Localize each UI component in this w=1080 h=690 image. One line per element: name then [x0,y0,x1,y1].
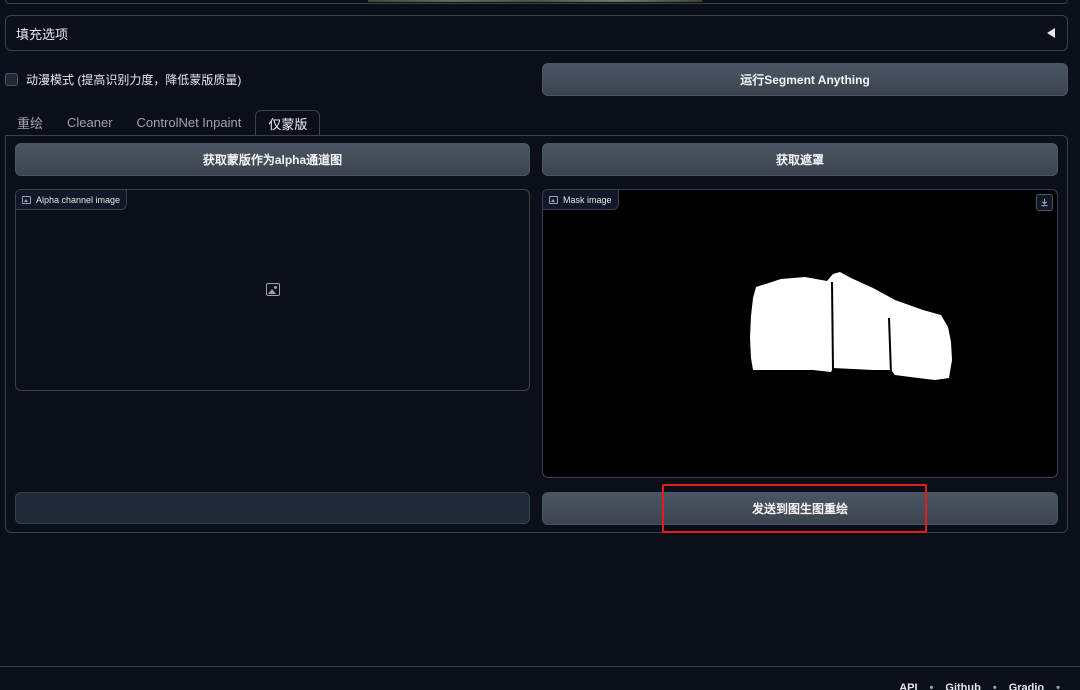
alpha-image-label: Alpha channel image [16,190,128,210]
anime-mode-label: 动漫模式 (提高识别力度，降低蒙版质量) [26,72,242,87]
mask-image-label-text: Mask image [563,194,612,205]
app-root: 填充选项 动漫模式 (提高识别力度，降低蒙版质量) 运行Segment Anyt… [0,0,1080,690]
footer-separator: • [1056,682,1060,690]
send-to-img2img-inpaint-button[interactable]: 发送到图生图重绘 [542,492,1058,525]
collapse-triangle-icon[interactable] [1047,28,1055,38]
accordion-title: 填充选项 [16,26,69,42]
image-preview-strip [368,0,702,2]
tab-cleaner[interactable]: Cleaner [55,109,125,135]
tab-mask-only[interactable]: 仅蒙版 [255,110,321,136]
mask-image[interactable]: Mask image [542,189,1058,478]
fill-options-accordion[interactable]: 填充选项 [5,15,1068,51]
footer-link-api[interactable]: API [899,682,917,690]
footer-link-github[interactable]: Github [945,682,980,690]
tab-inpaint[interactable]: 重绘 [5,109,55,135]
tab-bar: 重绘 Cleaner ControlNet Inpaint 仅蒙版 [5,109,1068,136]
footer-links: API • Github • Gradio • [899,682,1060,690]
tab-controlnet-inpaint[interactable]: ControlNet Inpaint [125,109,254,135]
image-icon [22,195,31,204]
get-alpha-channel-button[interactable]: 获取蒙版作为alpha通道图 [15,143,530,176]
mask-image-label: Mask image [543,190,619,210]
footer-separator: • [992,682,997,690]
footer-separator: • [929,682,934,690]
image-placeholder-icon [266,283,280,296]
anime-mode-option[interactable]: 动漫模式 (提高识别力度，降低蒙版质量) [5,70,241,88]
get-mask-button[interactable]: 获取遮罩 [542,143,1058,176]
alpha-channel-image[interactable]: Alpha channel image [15,189,530,391]
download-icon [1041,198,1048,207]
mask-white-region [750,272,952,380]
download-button[interactable] [1036,194,1053,211]
footer-link-gradio[interactable]: Gradio [1009,682,1044,690]
alpha-image-label-text: Alpha channel image [36,194,121,205]
anime-mode-checkbox[interactable] [5,72,18,86]
image-icon [549,195,558,204]
footer-divider [0,666,1080,667]
run-segment-anything-button[interactable]: 运行Segment Anything [542,63,1068,96]
empty-output-field [15,492,530,524]
